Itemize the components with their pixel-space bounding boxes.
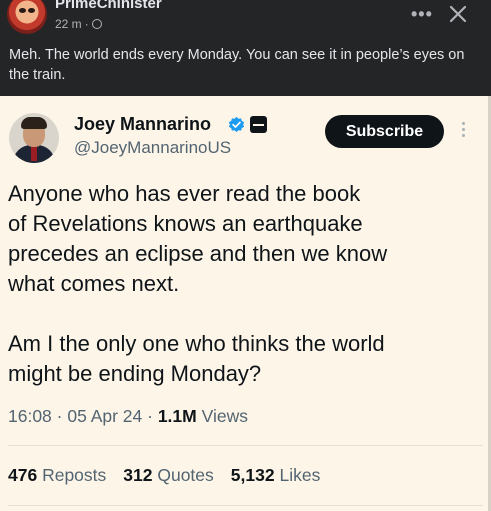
quotes-stat[interactable]: 312 Quotes — [123, 465, 214, 486]
more-icon[interactable]: ••• — [411, 4, 433, 25]
kebab-menu-icon[interactable] — [462, 122, 466, 142]
tweet-body: Anyone who has ever read the book of Rev… — [8, 179, 484, 389]
tweet-stats: 476 Reposts 312 Quotes 5,132 Likes — [8, 465, 320, 486]
fb-post-text: Meh. The world ends every Monday. You ca… — [9, 47, 465, 83]
verified-badge-icon — [228, 116, 245, 133]
avatar-eye — [28, 8, 35, 13]
likes-stat[interactable]: 5,132 Likes — [231, 465, 321, 486]
likes-label: Likes — [279, 465, 321, 485]
divider — [8, 505, 483, 506]
tweet-paragraph: Anyone who has ever read the book of Rev… — [8, 181, 388, 296]
fb-time-text: 22 m — [55, 17, 82, 31]
quotes-count: 312 — [123, 465, 153, 485]
fb-time-separator: · — [84, 17, 89, 31]
avatar-eye — [19, 8, 26, 13]
tweet-author-avatar[interactable] — [9, 113, 59, 163]
views-label: Views — [196, 406, 248, 426]
reposts-label: Reposts — [42, 465, 107, 485]
facebook-post-header: PrimeChinister 22 m · ••• Meh. The world… — [0, 0, 491, 96]
reposts-count: 476 — [8, 465, 38, 485]
fb-post-time[interactable]: 22 m · — [55, 17, 102, 31]
quotes-label: Quotes — [157, 465, 214, 485]
fb-author-name[interactable]: PrimeChinister — [55, 0, 162, 12]
globe-icon — [91, 19, 102, 29]
tweet-card: Joey Mannarino @JoeyMannarinoUS Subscrib… — [0, 96, 491, 511]
tweet-author-name[interactable]: Joey Mannarino — [74, 114, 211, 135]
tweet-timestamp-views: 16:08 · 05 Apr 24 · 1.1M Views — [8, 406, 248, 427]
affiliate-badge-icon — [250, 116, 267, 133]
divider — [8, 445, 483, 446]
fb-author-avatar[interactable] — [7, 0, 47, 34]
likes-count: 5,132 — [230, 465, 275, 485]
tweet-paragraph: Am I the only one who thinks the world m… — [8, 331, 385, 386]
tweet-timestamp[interactable]: 16:08 · 05 Apr 24 · — [8, 406, 158, 426]
avatar-hair — [21, 117, 47, 129]
tweet-author-handle[interactable]: @JoeyMannarinoUS — [74, 138, 231, 158]
avatar-tie — [31, 145, 37, 161]
views-count: 1.1M — [157, 406, 197, 426]
subscribe-button[interactable]: Subscribe — [325, 115, 444, 148]
close-icon[interactable] — [447, 3, 469, 25]
reposts-stat[interactable]: 476 Reposts — [8, 465, 106, 486]
